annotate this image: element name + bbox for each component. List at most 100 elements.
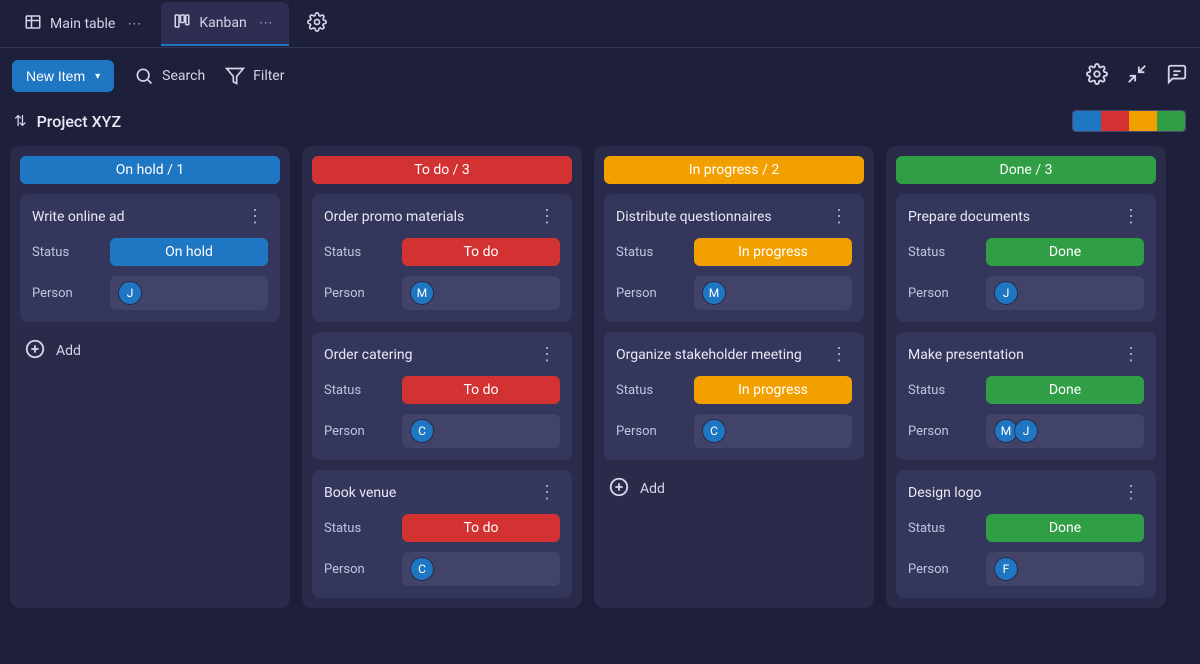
kanban-card[interactable]: Make presentation⋮StatusDonePersonMJ <box>896 332 1156 460</box>
person-label: Person <box>616 286 684 301</box>
legend-swatch[interactable] <box>1157 111 1185 131</box>
legend-swatch[interactable] <box>1129 111 1157 131</box>
person-cell[interactable]: J <box>110 276 268 310</box>
card-more-button[interactable]: ⋮ <box>826 344 852 366</box>
kanban-card[interactable]: Distribute questionnaires⋮StatusIn progr… <box>604 194 864 322</box>
kanban-card[interactable]: Order promo materials⋮StatusTo doPersonM <box>312 194 572 322</box>
card-title: Distribute questionnaires <box>616 209 772 225</box>
avatar[interactable]: C <box>410 557 434 581</box>
person-cell[interactable]: C <box>402 552 560 586</box>
person-cell[interactable]: MJ <box>986 414 1144 448</box>
kanban-card[interactable]: Write online ad⋮StatusOn holdPersonJ <box>20 194 280 322</box>
person-row: Person M <box>616 276 852 310</box>
avatar[interactable]: J <box>994 281 1018 305</box>
card-more-button[interactable]: ⋮ <box>534 206 560 228</box>
legend-swatch[interactable] <box>1101 111 1129 131</box>
comment-button[interactable] <box>1166 63 1188 89</box>
avatar[interactable]: C <box>702 419 726 443</box>
person-cell[interactable]: M <box>694 276 852 310</box>
person-label: Person <box>324 562 392 577</box>
status-pill[interactable]: To do <box>402 514 560 542</box>
status-label: Status <box>908 245 976 260</box>
person-cell[interactable]: C <box>402 414 560 448</box>
avatar[interactable]: F <box>994 557 1018 581</box>
table-icon <box>24 13 42 35</box>
tab-more-icon[interactable]: ⋯ <box>123 12 145 36</box>
add-label: Add <box>56 343 81 359</box>
filter-icon <box>225 66 245 86</box>
toolbar-right <box>1086 63 1188 89</box>
avatar[interactable]: M <box>410 281 434 305</box>
person-label: Person <box>324 286 392 301</box>
avatar[interactable]: M <box>702 281 726 305</box>
person-row: PersonF <box>908 552 1144 586</box>
status-pill[interactable]: Done <box>986 376 1144 404</box>
status-label: Status <box>908 383 976 398</box>
person-cell[interactable]: F <box>986 552 1144 586</box>
kanban-board: On hold / 1 Write online ad ⋮ Status On hold… <box>0 146 1200 608</box>
status-label: Status <box>32 245 100 260</box>
board-settings-button[interactable] <box>1086 63 1108 89</box>
plus-circle-icon <box>24 338 46 364</box>
tab-main-table[interactable]: Main table ⋯ <box>12 2 157 46</box>
card-header: Make presentation⋮ <box>908 344 1144 366</box>
card-more-button[interactable]: ⋮ <box>534 482 560 504</box>
card-header: Distribute questionnaires ⋮ <box>616 206 852 228</box>
kanban-card[interactable]: Book venue⋮StatusTo doPersonC <box>312 470 572 598</box>
gear-icon <box>307 12 327 32</box>
status-pill[interactable]: Done <box>986 514 1144 542</box>
add-card-button[interactable]: Add <box>604 470 864 508</box>
column-header[interactable]: In progress / 2 <box>604 156 864 184</box>
status-pill[interactable]: In progress <box>694 376 852 404</box>
avatar[interactable]: J <box>1014 419 1038 443</box>
tab-more-icon[interactable]: ⋯ <box>255 11 277 35</box>
filter-button[interactable]: Filter <box>225 66 284 86</box>
kanban-card[interactable]: Organize stakeholder meeting⋮ StatusIn pr… <box>604 332 864 460</box>
status-pill[interactable]: On hold <box>110 238 268 266</box>
status-legend[interactable] <box>1072 110 1186 132</box>
status-pill[interactable]: In progress <box>694 238 852 266</box>
card-more-button[interactable]: ⋮ <box>242 206 268 228</box>
tab-kanban[interactable]: Kanban ⋯ <box>161 2 288 46</box>
comment-icon <box>1166 63 1188 85</box>
person-cell[interactable]: M <box>402 276 560 310</box>
add-card-button[interactable]: Add <box>20 332 280 370</box>
search-button[interactable]: Search <box>134 66 205 86</box>
kanban-card[interactable]: Prepare documents⋮StatusDonePersonJ <box>896 194 1156 322</box>
kanban-column: On hold / 1 Write online ad ⋮ Status On hold… <box>10 146 290 608</box>
person-cell[interactable]: J <box>986 276 1144 310</box>
card-header: Organize stakeholder meeting⋮ <box>616 344 852 366</box>
kanban-icon <box>173 12 191 34</box>
legend-swatch[interactable] <box>1073 111 1101 131</box>
card-more-button[interactable]: ⋮ <box>1118 482 1144 504</box>
gear-icon <box>1086 63 1108 85</box>
status-pill[interactable]: To do <box>402 238 560 266</box>
view-settings-button[interactable] <box>307 12 327 36</box>
status-pill[interactable]: Done <box>986 238 1144 266</box>
person-cell[interactable]: C <box>694 414 852 448</box>
status-row: StatusIn progress <box>616 376 852 404</box>
kanban-card[interactable]: Order catering⋮StatusTo doPersonC <box>312 332 572 460</box>
card-more-button[interactable]: ⋮ <box>1118 344 1144 366</box>
status-pill[interactable]: To do <box>402 376 560 404</box>
person-row: Person C <box>324 414 560 448</box>
kanban-card[interactable]: Design logo⋮StatusDonePersonF <box>896 470 1156 598</box>
avatar[interactable]: J <box>118 281 142 305</box>
card-title: Design logo <box>908 485 982 501</box>
collapse-toggle[interactable]: ⇅ <box>14 112 27 130</box>
person-label: Person <box>324 424 392 439</box>
card-more-button[interactable]: ⋮ <box>826 206 852 228</box>
card-more-button[interactable]: ⋮ <box>1118 206 1144 228</box>
column-header[interactable]: Done / 3 <box>896 156 1156 184</box>
card-more-button[interactable]: ⋮ <box>534 344 560 366</box>
new-item-button[interactable]: New Item ▾ <box>12 60 114 92</box>
column-header[interactable]: To do / 3 <box>312 156 572 184</box>
avatar[interactable]: C <box>410 419 434 443</box>
card-title: Write online ad <box>32 209 125 225</box>
kanban-column: Done / 3 Prepare documents ⋮ Status Done Pers… <box>886 146 1166 608</box>
search-label: Search <box>162 68 205 84</box>
column-header[interactable]: On hold / 1 <box>20 156 280 184</box>
card-header: Order promo materials⋮ <box>324 206 560 228</box>
card-title: Prepare documents <box>908 209 1030 225</box>
collapse-button[interactable] <box>1126 63 1148 89</box>
